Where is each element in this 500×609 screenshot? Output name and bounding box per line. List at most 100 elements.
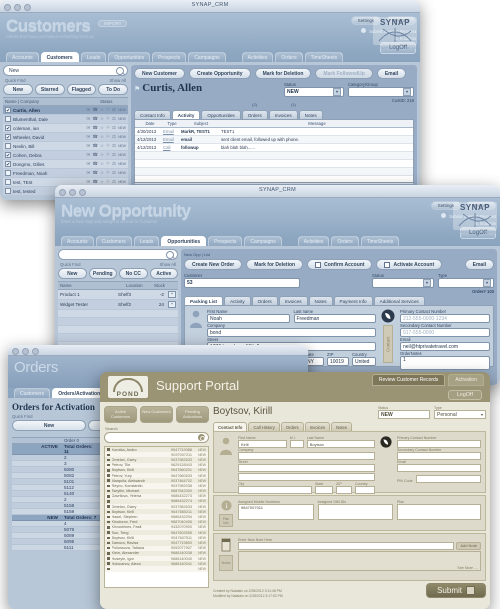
pond-mi-field[interactable]: M.I. [289,436,304,448]
filter2-pending[interactable]: Pending [88,268,117,279]
stepper-plus-icon[interactable]: + [168,291,176,298]
cart-icon[interactable]: ⚖ [112,143,116,149]
add-note-button[interactable]: Add Note [456,542,481,550]
pond-type-field[interactable]: Type Personal ▾ [434,406,486,419]
chevron-down-icon-4[interactable]: ▾ [483,279,491,287]
see-more-link[interactable]: See More .... [457,566,478,570]
pond-street-input[interactable] [238,464,375,472]
pond-item-name[interactable]: Petrov, Tile [112,463,163,467]
primary-contact-input[interactable]: 212-555-0000-1234 [400,314,490,323]
status-select[interactable]: NEW ▾ [284,87,344,97]
cart-icon[interactable]: ⚖ [112,152,116,158]
cart-icon[interactable]: ⚖ [112,134,116,140]
chevron-down-icon-3[interactable]: ▾ [423,279,431,287]
activity-row[interactable]: 4/12/2013 Call followup blah blah blah.....… [135,144,413,152]
subtab2-invoices[interactable]: Invoices [278,296,308,305]
tab2-orders[interactable]: Orders [331,236,359,246]
pond-item-name[interactable]: Zamura, Ravisa [112,541,163,545]
cart-icon[interactable]: ⚖ [112,170,116,176]
subtab2-payment-info[interactable]: Payment Info [333,296,373,305]
email-button-2[interactable]: Email [464,259,494,270]
pond-state-field[interactable]: State [315,482,333,494]
envelope-icon[interactable]: ✉ [87,107,91,113]
tab2-timesheets[interactable]: TimeSheets [360,236,400,246]
flag-icon-row[interactable]: ⚐ [106,152,110,158]
row-checkbox[interactable] [5,188,11,194]
star-icon[interactable]: ☆ [100,152,104,158]
pond-state-input[interactable] [315,486,333,494]
pond-item-name[interactable]: Omelon, Garry [112,505,163,509]
plan-info-side-tab[interactable]: Plan Info [219,514,233,527]
table-row[interactable]: Freedman, Noah ✉ ☎ ☆ ⚐ ⚖ NEW [3,169,128,178]
subtab-activity[interactable]: Activity [171,110,201,119]
search-input[interactable] [7,66,116,75]
category-select[interactable]: ▾ [348,87,414,97]
ordernotes-input[interactable]: 1 [400,356,490,370]
envelope-icon[interactable]: ✉ [87,170,91,176]
search-input-2[interactable] [62,250,166,259]
pond-mi-input[interactable] [289,440,304,448]
status-field[interactable]: Status NEW ▾ [284,82,344,97]
pond-item-name[interactable]: Reyno, Konstantin [112,484,163,488]
pond-assigned-sim-field[interactable]: Assigned SIM IDs [317,500,393,526]
row-checkbox[interactable] [5,170,11,176]
envelope-icon[interactable]: ✉ [87,152,91,158]
show-all-link-2[interactable]: Show All [160,262,176,267]
pond-tab-notes[interactable]: Notes [331,422,352,431]
window-controls-3[interactable] [12,347,39,355]
titlebar-orders[interactable] [8,345,308,356]
search-icon[interactable] [116,66,124,75]
confirm-account-checkbox[interactable]: Confirm Account [307,259,373,270]
table-row[interactable]: coleman, ian ✉ ☎ ☆ ⚐ ⚖ NEW [3,124,128,133]
pond-country-field[interactable]: Country [355,482,375,494]
tab-accounts[interactable]: Accounts [6,52,39,62]
pond-item-name[interactable]: Hasel, Stephen [112,515,163,519]
tab2-activities[interactable]: Activities [297,236,330,246]
subtab2-additional-services[interactable]: Additional Services [373,296,425,305]
subtab-invoices[interactable]: Invoices [268,110,298,119]
first-name-input[interactable]: Noah [207,314,290,323]
table-row[interactable]: Blumenthal, Dale ✉ ☎ ☆ ⚐ ⚖ NEW [3,115,128,124]
titlebar-opportunity[interactable]: SYNAP_CRM [55,185,500,198]
mark-for-deletion-button[interactable]: Mark for Deletion [254,68,312,79]
pond-company-input[interactable] [238,452,375,460]
tab2-customers[interactable]: Customers [95,236,132,246]
star-icon[interactable]: ☆ [100,125,104,131]
tab-opportunities[interactable]: Opportunities [108,52,151,62]
subtab2-activity[interactable]: Activity [224,296,251,305]
row-checkbox[interactable] [5,143,11,149]
envelope-icon[interactable]: ✉ [87,134,91,140]
pond-item-name[interactable]: Omelon, Garry [112,458,163,462]
row-name[interactable]: Curtis, Allen [13,108,85,113]
tab3-orders-activation[interactable]: Orders/Activation [52,388,107,398]
customer-field[interactable]: Customer 53 [184,273,300,288]
tab2-campaigns[interactable]: Campaigns [244,236,282,246]
create-new-order-button[interactable]: Create New Order [184,259,243,270]
pond-item-name[interactable]: Boytsov, Kirill [112,468,163,472]
create-opportunity-button[interactable]: Create Opportunity [189,68,251,79]
star-icon[interactable]: ☆ [100,107,104,113]
envelope-icon[interactable]: ✉ [87,116,91,122]
row-checkbox[interactable] [5,161,11,167]
opportunity-toolbar[interactable]: Create New Order Mark for Deletion Confi… [184,259,494,273]
table-row[interactable]: Dongmo, Gilles ✉ ☎ ☆ ⚐ ⚖ NEW [3,160,128,169]
pond-first-name-field[interactable]: First Name Kirill [238,436,287,448]
submit-button[interactable]: Submit [426,583,486,598]
customer-input[interactable]: 53 [184,278,300,288]
pond-type-select[interactable]: Personal ▾ [434,410,486,419]
chevron-down-icon[interactable]: ▾ [333,88,341,96]
tab-timesheets[interactable]: TimeSheets [304,52,344,62]
zip-field[interactable]: ZIP 10019 [327,352,349,366]
last-name-field[interactable]: Last name Freedman [293,309,376,323]
row-name[interactable]: Nevlin, Bill [13,144,85,149]
new-customer-button[interactable]: New Customer [134,68,186,79]
show-all-link[interactable]: Show All [110,78,126,83]
pond-pin-input[interactable] [415,475,481,483]
flag-icon[interactable]: ⚑ [134,86,140,93]
notes-list[interactable]: See More .... [238,551,481,571]
chevron-down-icon-pond[interactable]: ▾ [481,412,483,417]
row-name[interactable]: Dongmo, Gilles [13,162,85,167]
last-name-input[interactable]: Freedman [293,314,376,323]
table-row[interactable]: Curtis, Allen ✉ ☎ ☆ ⚐ ⚖ NEW [3,106,128,115]
pond-city-input[interactable] [238,486,312,494]
